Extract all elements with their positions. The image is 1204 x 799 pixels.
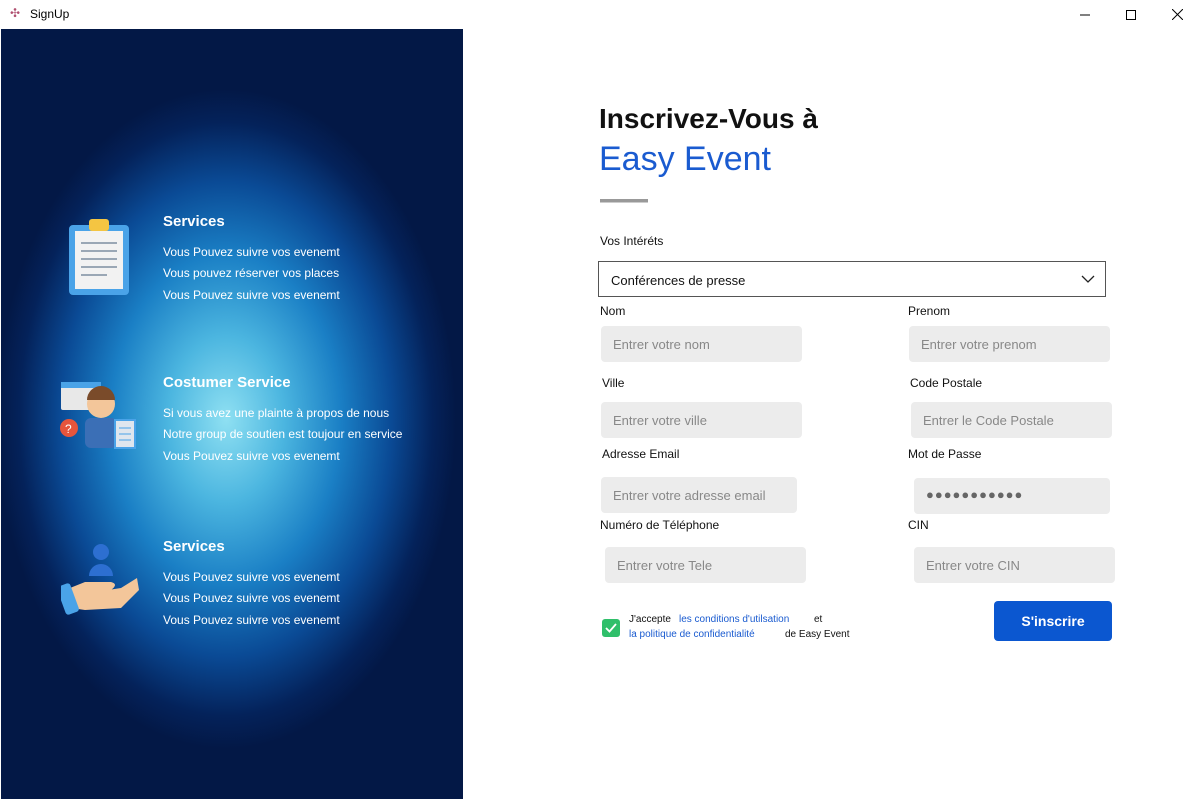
section-text: Vous Pouvez suivre vos evenemt: [163, 591, 340, 605]
interests-label: Vos Intéréts: [600, 234, 664, 248]
checkmark-icon: [605, 623, 617, 633]
close-button[interactable]: [1154, 0, 1200, 29]
email-label: Adresse Email: [602, 447, 680, 461]
left-panel: Services Vous Pouvez suivre vos evenemt …: [1, 29, 463, 799]
privacy-link[interactable]: la politique de confidentialité: [629, 629, 755, 640]
of-easy-event-text: de Easy Event: [785, 629, 850, 640]
nom-input[interactable]: [601, 326, 802, 362]
ville-input[interactable]: [601, 402, 802, 438]
close-icon: [1171, 9, 1183, 20]
section-text: Notre group de soutien est toujour en se…: [163, 427, 403, 441]
clipboard-icon: [69, 219, 129, 295]
email-input[interactable]: [601, 477, 797, 513]
maximize-icon: [1126, 9, 1136, 20]
ville-label: Ville: [602, 376, 625, 390]
interests-selected-value: Conférences de presse: [611, 273, 746, 288]
prenom-input[interactable]: [909, 326, 1110, 362]
telephone-label: Numéro de Téléphone: [600, 518, 720, 532]
section-title: Services: [163, 538, 225, 555]
hand-user-icon: [61, 544, 139, 615]
page-title: Inscrivez-Vous à: [599, 103, 818, 134]
minimize-button[interactable]: [1062, 0, 1108, 29]
section-text: Vous Pouvez suivre vos evenemt: [163, 613, 340, 627]
app-icon: ✣: [10, 6, 21, 20]
minimize-icon: [1080, 14, 1090, 15]
section-text: Vous Pouvez suivre vos evenemt: [163, 570, 340, 584]
signup-button[interactable]: S'inscrire: [994, 601, 1112, 641]
chevron-down-icon: [1081, 275, 1095, 283]
code-postale-label: Code Postale: [910, 376, 983, 390]
section-text: Vous Pouvez suivre vos evenemt: [163, 288, 340, 302]
password-mask: ●●●●●●●●●●●: [926, 487, 1024, 502]
terms-link[interactable]: les conditions d'utilsation: [679, 614, 789, 625]
password-label: Mot de Passe: [908, 447, 982, 461]
title-divider: [600, 199, 648, 203]
and-text: et: [814, 614, 823, 625]
section-text: Si vous avez une plainte à propos de nou…: [163, 406, 390, 420]
telephone-input[interactable]: [605, 547, 806, 583]
password-input[interactable]: ●●●●●●●●●●●: [914, 478, 1110, 514]
title-bar: ✣ SignUp: [0, 0, 1204, 29]
window-title: SignUp: [30, 7, 70, 21]
customer-support-icon: ?: [60, 382, 136, 449]
cin-input[interactable]: [914, 547, 1115, 583]
prenom-label: Prenom: [908, 304, 951, 318]
accept-text: J'accepte: [629, 614, 671, 625]
section-title: Costumer Service: [163, 374, 291, 391]
interests-select[interactable]: Conférences de presse: [598, 261, 1106, 297]
cin-label: CIN: [908, 518, 929, 532]
section-text: Vous Pouvez suivre vos evenemt: [163, 449, 340, 463]
section-text: Vous Pouvez suivre vos evenemt: [163, 245, 340, 259]
section-text: Vous pouvez réserver vos places: [163, 266, 340, 280]
svg-text:?: ?: [65, 422, 72, 436]
accept-checkbox[interactable]: [602, 619, 620, 637]
brand-title: Easy Event: [599, 140, 771, 178]
code-postale-input[interactable]: [911, 402, 1112, 438]
nom-label: Nom: [600, 304, 626, 318]
section-title: Services: [163, 213, 225, 230]
maximize-button[interactable]: [1108, 0, 1154, 29]
